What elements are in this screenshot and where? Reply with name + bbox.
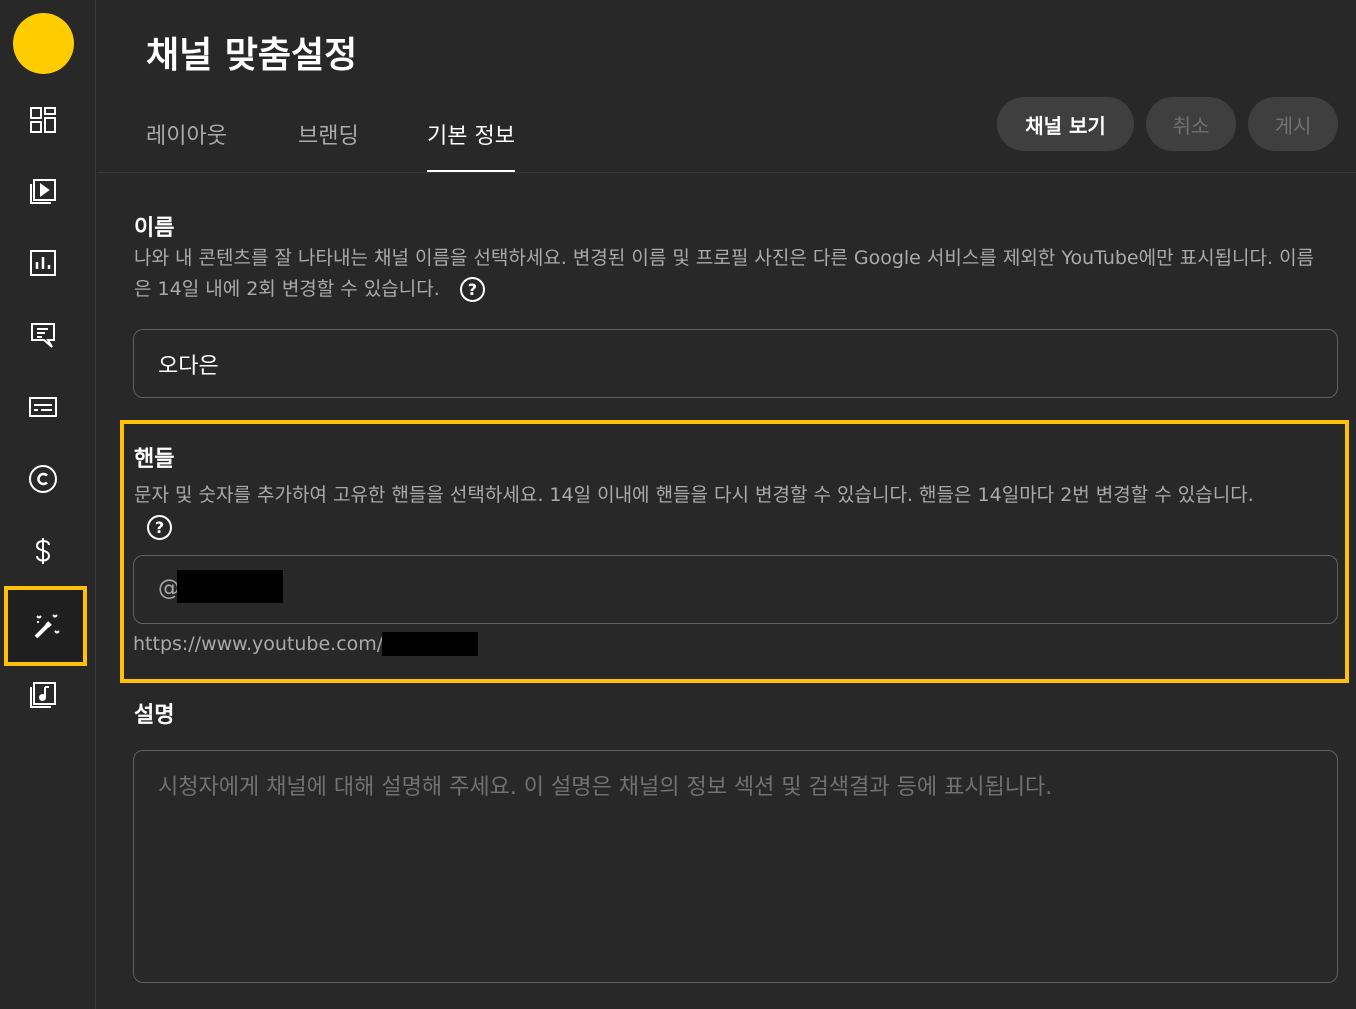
handle-url-prefix: https://www.youtube.com/@ [133,633,403,655]
name-description-text: 나와 내 콘텐츠를 잘 나타내는 채널 이름을 선택하세요. 변경된 이름 및 … [134,247,1315,300]
handle-description-text: 문자 및 숫자를 추가하여 고유한 핸들을 선택하세요. 14일 이내에 핸들을… [134,484,1254,506]
tab-branding[interactable]: 브랜딩 [298,118,359,170]
redacted-handle [177,570,283,603]
subtitles-icon [29,397,57,417]
help-icon[interactable]: ? [459,277,485,302]
sidebar [0,0,96,1009]
channel-avatar[interactable] [13,13,74,74]
page-title: 채널 맞춤설정 [146,35,358,76]
sidebar-item-earn[interactable] [0,516,86,586]
name-input[interactable]: 오다은 [133,329,1338,398]
redacted-handle-url [382,632,478,656]
description-placeholder: 시청자에게 채널에 대해 설명해 주세요. 이 설명은 채널의 정보 섹션 및 … [158,775,1053,800]
help-icon[interactable]: ? [147,515,172,540]
sidebar-item-subtitles[interactable] [0,372,86,442]
customization-icon [34,614,60,639]
sidebar-item-comments[interactable] [0,300,86,370]
description-section-title: 설명 [134,703,175,728]
sidebar-item-content[interactable] [0,156,86,226]
handle-input[interactable]: @ [133,555,1338,624]
name-input-value: 오다은 [158,354,219,379]
publish-button[interactable]: 게시 [1248,97,1338,151]
sidebar-item-dashboard[interactable] [0,85,86,155]
tab-basic-info[interactable]: 기본 정보 [427,118,515,173]
view-channel-button[interactable]: 채널 보기 [997,97,1134,151]
handle-section-title: 핸들 [134,447,175,472]
comments-icon [31,323,55,348]
handle-section-description: 문자 및 숫자를 추가하여 고유한 핸들을 선택하세요. 14일 이내에 핸들을… [134,480,1339,542]
content-icon [30,179,56,204]
analytics-icon [30,250,56,276]
earn-icon [35,538,51,564]
sidebar-item-copyright[interactable] [0,444,86,514]
sidebar-item-customization[interactable] [4,586,87,666]
dashboard-icon [30,107,56,133]
name-section-description: 나와 내 콘텐츠를 잘 나타내는 채널 이름을 선택하세요. 변경된 이름 및 … [134,243,1324,305]
sidebar-item-analytics[interactable] [0,228,86,298]
description-textarea[interactable]: 시청자에게 채널에 대해 설명해 주세요. 이 설명은 채널의 정보 섹션 및 … [133,750,1338,983]
audio-library-icon [30,682,56,708]
header-divider [97,172,1356,173]
sidebar-item-audio-library[interactable] [0,660,86,730]
cancel-button[interactable]: 취소 [1146,97,1236,151]
copyright-icon [29,465,57,493]
tab-layout[interactable]: 레이아웃 [146,118,227,170]
name-section-title: 이름 [134,216,175,241]
